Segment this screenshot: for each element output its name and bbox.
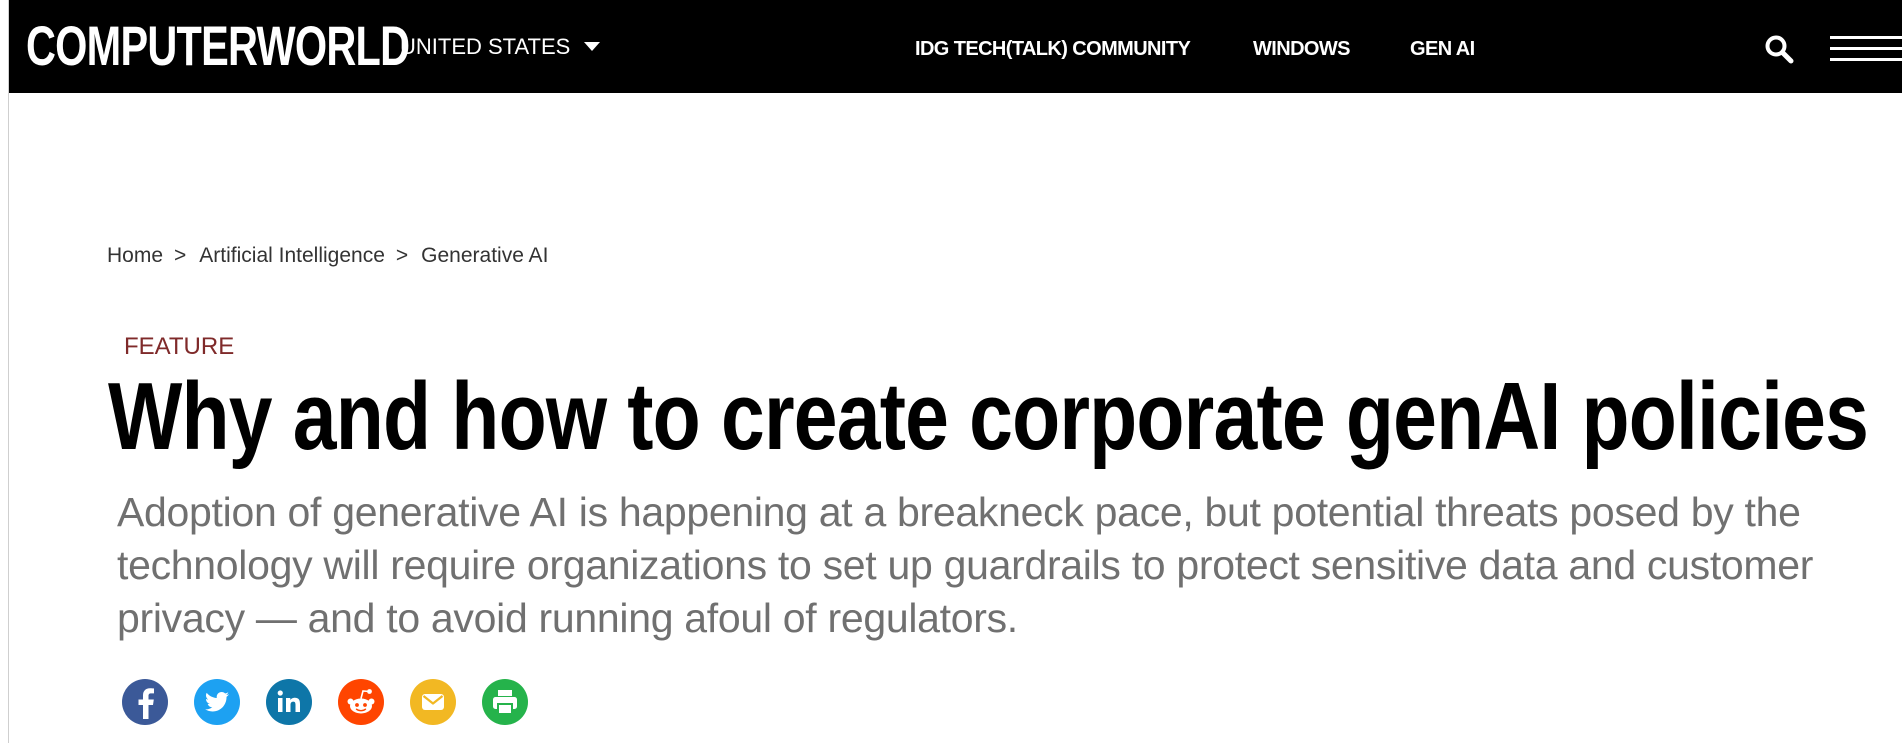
breadcrumb-home[interactable]: Home — [107, 244, 163, 267]
breadcrumb-separator: > — [174, 244, 187, 267]
facebook-icon[interactable] — [122, 679, 168, 725]
email-icon[interactable] — [410, 679, 456, 725]
breadcrumb-artificial-intelligence[interactable]: Artificial Intelligence — [199, 244, 385, 267]
article-kicker[interactable]: FEATURE — [124, 333, 234, 361]
breadcrumb-generative-ai[interactable]: Generative AI — [421, 244, 548, 267]
article-summary: Adoption of generative AI is happening a… — [117, 489, 1814, 641]
top-navigation-bar: COMPUTERWORLD UNITED STATES IDG TECH(TAL… — [9, 0, 1902, 93]
region-label: UNITED STATES — [400, 34, 571, 59]
region-selector[interactable]: UNITED STATES — [400, 34, 601, 60]
article-headline: Why and how to create corporate genAI po… — [108, 363, 1869, 470]
twitter-icon[interactable] — [194, 679, 240, 725]
nav-link-gen-ai[interactable]: GEN AI — [1410, 37, 1475, 61]
reddit-icon[interactable] — [338, 679, 384, 725]
nav-link-windows[interactable]: WINDOWS — [1253, 37, 1351, 61]
site-logo[interactable]: COMPUTERWORLD — [26, 16, 410, 76]
breadcrumb-separator: > — [395, 244, 409, 267]
share-buttons — [122, 679, 528, 725]
caret-down-icon — [584, 41, 601, 51]
page: COMPUTERWORLD UNITED STATES IDG TECH(TAL… — [0, 0, 1902, 743]
search-icon[interactable] — [1764, 34, 1794, 64]
nav-link-idg-techtalk-community[interactable]: IDG TECH(TALK) COMMUNITY — [915, 37, 1191, 61]
hamburger-menu-icon[interactable] — [1830, 33, 1902, 63]
print-icon[interactable] — [482, 679, 528, 725]
breadcrumb: Home > Artificial Intelligence > Generative … — [107, 243, 548, 269]
window-edge — [8, 0, 9, 743]
linkedin-icon[interactable] — [266, 679, 312, 725]
